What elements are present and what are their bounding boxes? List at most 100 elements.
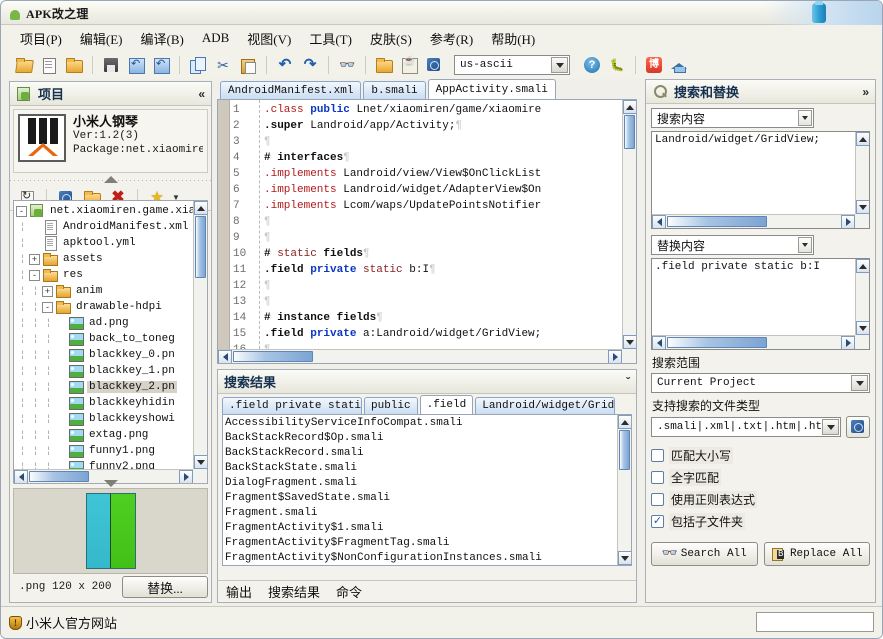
menu-item-edit[interactable]: 编辑(E) xyxy=(71,27,132,50)
weibo-button[interactable]: 博 xyxy=(643,54,665,76)
tree-item[interactable]: ¦apktool.yml xyxy=(16,235,193,251)
code-content[interactable]: .class public Lnet/xiaomiren/game/xiaomi… xyxy=(264,102,621,349)
chevron-down-icon[interactable] xyxy=(851,375,868,391)
scroll-down-button[interactable] xyxy=(623,335,637,349)
sign-button[interactable] xyxy=(423,54,445,76)
new-project-button[interactable] xyxy=(38,54,60,76)
collapse-node-icon[interactable]: - xyxy=(42,302,53,313)
tree-item[interactable]: ¦¦¦blackkey_2.pn xyxy=(16,379,193,395)
debug-button[interactable]: 🐛 xyxy=(606,54,628,76)
scroll-up-button[interactable] xyxy=(856,259,870,273)
panel-splitter[interactable] xyxy=(10,176,211,185)
scroll-up-button[interactable] xyxy=(623,100,637,114)
collapse-node-icon[interactable]: - xyxy=(16,206,27,217)
search-option-row[interactable]: 匹配大小写 xyxy=(651,444,870,466)
paste-button[interactable] xyxy=(237,54,259,76)
result-tab[interactable]: Landroid/widget/Grid xyxy=(475,397,615,414)
editor-tab[interactable]: b.smali xyxy=(363,81,425,99)
replace-all-button[interactable]: Replace All xyxy=(764,542,871,566)
scroll-left-button[interactable] xyxy=(652,215,666,229)
search-text-area[interactable]: Landroid/widget/GridView; xyxy=(651,131,870,229)
copy-button[interactable] xyxy=(187,54,209,76)
editor-tab[interactable]: AppActivity.smali xyxy=(428,79,556,99)
expand-panel-button[interactable]: » xyxy=(862,85,869,99)
scroll-left-button[interactable] xyxy=(218,350,232,364)
tree-vertical-scrollbar[interactable] xyxy=(193,201,207,469)
scroll-down-button[interactable] xyxy=(618,551,632,565)
menu-item-reference[interactable]: 参考(R) xyxy=(421,27,482,50)
result-item[interactable]: BackStackState.smali xyxy=(225,461,615,476)
preview-splitter[interactable] xyxy=(13,479,208,488)
result-item[interactable]: Fragment$SavedState.smali xyxy=(225,491,615,506)
menu-item-project[interactable]: 项目(P) xyxy=(11,27,71,50)
redo-button[interactable]: ↷ xyxy=(299,54,321,76)
cut-button[interactable]: ✂ xyxy=(212,54,234,76)
scroll-up-button[interactable] xyxy=(618,415,632,429)
checkbox[interactable] xyxy=(651,449,664,462)
scroll-up-button[interactable] xyxy=(856,132,870,146)
encoding-select[interactable]: us-ascii xyxy=(454,55,570,75)
import-button[interactable] xyxy=(63,54,85,76)
collapse-node-icon[interactable]: - xyxy=(29,270,40,281)
chevron-down-icon[interactable] xyxy=(798,237,812,253)
tree-item[interactable]: ¦¦¦blackkeyhidin xyxy=(16,395,193,411)
scrollbar-thumb[interactable] xyxy=(667,337,767,348)
menu-item-adb[interactable]: ADB xyxy=(193,28,238,48)
result-item[interactable]: BackStackRecord.smali xyxy=(225,446,615,461)
replace-vertical-scrollbar[interactable] xyxy=(855,259,869,335)
result-item[interactable]: FragmentActivity$NonConfigurationInstanc… xyxy=(225,551,615,564)
replace-image-button[interactable]: 替换... xyxy=(122,576,208,598)
open-project-button[interactable] xyxy=(13,54,35,76)
scope-select[interactable]: Current Project xyxy=(651,373,870,393)
scrollbar-thumb[interactable] xyxy=(667,216,767,227)
chevron-down-icon[interactable] xyxy=(798,110,812,126)
scroll-down-button[interactable] xyxy=(856,321,870,335)
replace-text-area[interactable]: .field private static b:I xyxy=(651,258,870,350)
tree-item[interactable]: ¦¦¦funny2.png xyxy=(16,459,193,469)
chevron-down-icon[interactable] xyxy=(551,57,568,73)
tree-item[interactable]: ¦¦-drawable-hdpi xyxy=(16,299,193,315)
tree-item[interactable]: ¦¦¦blackkey_1.pn xyxy=(16,363,193,379)
scroll-down-button[interactable] xyxy=(856,200,870,214)
result-item[interactable]: FragmentActivity$1.smali xyxy=(225,521,615,536)
replace-content-select[interactable]: 替换内容 xyxy=(651,235,814,255)
scrollbar-thumb[interactable] xyxy=(619,430,630,470)
menu-item-view[interactable]: 视图(V) xyxy=(238,27,300,50)
editor-vertical-scrollbar[interactable] xyxy=(622,100,636,349)
tree-item[interactable]: ¦¦¦back_to_toneg xyxy=(16,331,193,347)
filetypes-select[interactable]: .smali|.xml|.txt|.htm|.html xyxy=(651,417,841,437)
save-all-button[interactable] xyxy=(125,54,147,76)
java-button[interactable] xyxy=(398,54,420,76)
save-button[interactable] xyxy=(100,54,122,76)
collapse-panel-button[interactable]: « xyxy=(198,87,205,101)
tree-item[interactable]: ¦¦¦blackkeyshowi xyxy=(16,411,193,427)
scroll-right-button[interactable] xyxy=(841,215,855,229)
home-button[interactable] xyxy=(668,54,690,76)
menu-item-compile[interactable]: 编译(B) xyxy=(132,27,193,50)
compile-button[interactable] xyxy=(373,54,395,76)
results-vertical-scrollbar[interactable] xyxy=(617,415,631,565)
search-content-select[interactable]: 搜索内容 xyxy=(651,108,814,128)
tab-output[interactable]: 输出 xyxy=(226,582,252,601)
result-item[interactable]: BackStackRecord$Op.smali xyxy=(225,431,615,446)
tab-command[interactable]: 命令 xyxy=(336,582,362,601)
result-item[interactable]: Fragment.smali xyxy=(225,506,615,521)
result-tab[interactable]: public xyxy=(364,397,418,414)
tree-item[interactable]: -net.xiaomiren.game.xiao xyxy=(16,203,193,219)
search-option-row[interactable]: 全字匹配 xyxy=(651,466,870,488)
find-button[interactable]: 👓 xyxy=(336,54,358,76)
scrollbar-thumb[interactable] xyxy=(233,351,313,362)
collapse-results-button[interactable]: ˇ xyxy=(626,375,630,389)
search-horizontal-scrollbar[interactable] xyxy=(652,214,855,228)
menu-item-help[interactable]: 帮助(H) xyxy=(482,27,544,50)
save-as-button[interactable] xyxy=(150,54,172,76)
filetypes-edit-button[interactable] xyxy=(846,416,870,438)
help-button[interactable]: ? xyxy=(581,54,603,76)
scrollbar-thumb[interactable] xyxy=(624,115,635,149)
scroll-right-button[interactable] xyxy=(608,350,622,364)
editor-horizontal-scrollbar[interactable] xyxy=(218,349,622,363)
tree-item[interactable]: ¦¦¦extag.png xyxy=(16,427,193,443)
replace-horizontal-scrollbar[interactable] xyxy=(652,335,855,349)
result-item[interactable]: FragmentActivity$FragmentTag.smali xyxy=(225,536,615,551)
code-editor[interactable]: 12345678910111213141516 .class public Ln… xyxy=(217,99,637,364)
